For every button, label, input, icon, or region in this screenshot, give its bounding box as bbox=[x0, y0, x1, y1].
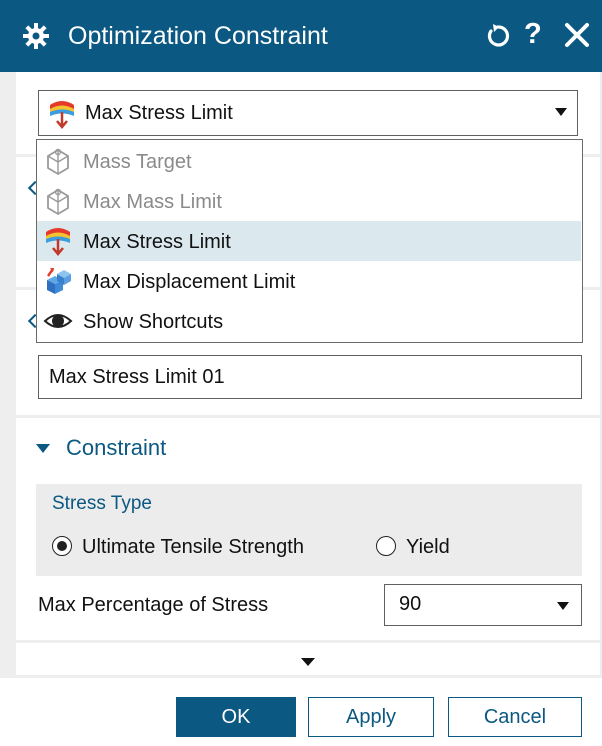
dialog-title: Optimization Constraint bbox=[68, 22, 328, 50]
dropdown-item-label: Max Mass Limit bbox=[83, 191, 222, 213]
radio-label: Yield bbox=[406, 536, 450, 558]
dropdown-item-max-mass-limit[interactable]: Max Mass Limit bbox=[37, 181, 581, 221]
reset-icon[interactable] bbox=[484, 22, 512, 50]
section-title: Constraint bbox=[66, 435, 167, 460]
dropdown-item-max-stress-limit[interactable]: Max Stress Limit bbox=[37, 221, 581, 261]
dropdown-item-label: Max Displacement Limit bbox=[83, 271, 296, 293]
dropdown-item-label: Max Stress Limit bbox=[83, 231, 231, 253]
dropdown-item-max-displacement-limit[interactable]: Max Displacement Limit bbox=[37, 261, 581, 301]
max-percentage-label: Max Percentage of Stress bbox=[38, 594, 269, 616]
max-percentage-select[interactable]: 90 bbox=[384, 584, 582, 626]
close-icon[interactable] bbox=[564, 22, 590, 48]
gear-icon[interactable] bbox=[22, 22, 50, 50]
dropdown-item-mass-target[interactable]: Mass Target bbox=[37, 141, 581, 181]
constraint-name-input[interactable] bbox=[38, 355, 582, 399]
mass-icon bbox=[47, 188, 69, 216]
stress-type-group: Stress Type Ultimate Tensile Strength Yi… bbox=[36, 484, 582, 576]
chevron-down-icon bbox=[555, 108, 567, 116]
help-button[interactable]: ? bbox=[524, 16, 542, 52]
stress-type-title: Stress Type bbox=[52, 493, 152, 514]
radio-selected-dot bbox=[57, 541, 67, 551]
chevron-down-icon bbox=[557, 602, 569, 610]
cancel-button[interactable]: Cancel bbox=[448, 697, 582, 737]
constraint-type-value: Max Stress Limit bbox=[85, 102, 233, 124]
stress-icon bbox=[50, 101, 74, 129]
stress-icon bbox=[46, 228, 70, 256]
constraint-type-select[interactable]: Max Stress Limit bbox=[38, 90, 578, 136]
dropdown-item-show-shortcuts[interactable]: Show Shortcuts bbox=[37, 301, 581, 341]
ok-button[interactable]: OK bbox=[176, 697, 296, 737]
eye-icon bbox=[43, 314, 73, 328]
displacement-icon bbox=[47, 268, 71, 294]
title-bar: Optimization Constraint ? bbox=[0, 0, 602, 72]
mass-icon bbox=[47, 148, 69, 176]
constraint-type-dropdown: Mass Target Max Mass Limit Max Stress Li… bbox=[36, 139, 583, 343]
optimization-constraint-dialog: Optimization Constraint ? Max Stress Lim… bbox=[0, 0, 602, 746]
radio-circle bbox=[376, 536, 396, 556]
dropdown-item-label: Mass Target bbox=[83, 151, 192, 173]
radio-label: Ultimate Tensile Strength bbox=[82, 536, 304, 558]
chevron-down-icon bbox=[36, 444, 50, 453]
expand-more-icon[interactable] bbox=[301, 658, 315, 666]
max-percentage-value: 90 bbox=[399, 593, 422, 615]
apply-button[interactable]: Apply bbox=[308, 697, 434, 737]
dropdown-item-label: Show Shortcuts bbox=[83, 311, 224, 333]
